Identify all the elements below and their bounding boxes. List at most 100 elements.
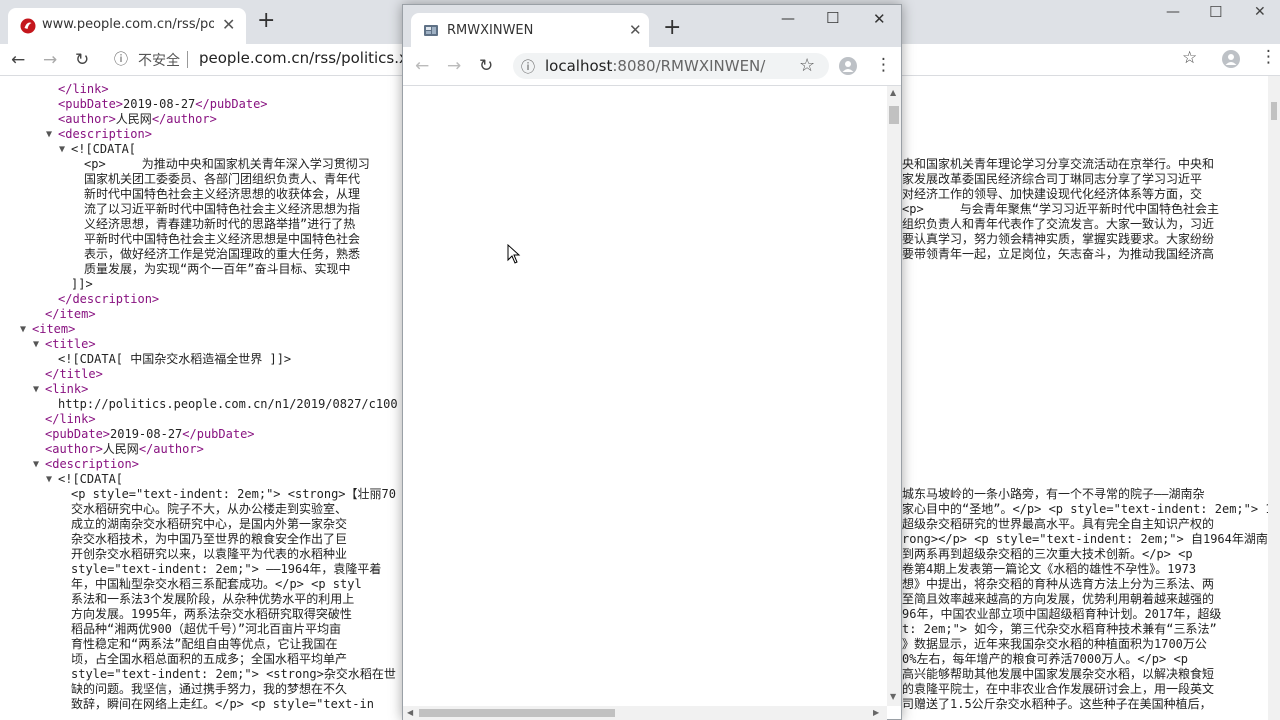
xml-line-text: <author>人民网</author> (58, 112, 217, 126)
xml-line-text: http://politics.people.com.cn/n1/2019/08… (58, 397, 398, 411)
info-icon[interactable]: ⓘ (521, 57, 535, 77)
xml-line: </description> (58, 292, 159, 307)
window-close-icon[interactable]: ✕ (873, 10, 886, 28)
xml-line-right: t: 2em;"> 如今，第三代杂交水稻育种技术兼有“三系法” (902, 622, 1217, 636)
back-scroll-thumb[interactable] (1271, 102, 1277, 120)
scroll-left-arrow-icon[interactable]: ◀ (407, 708, 413, 717)
blank-page-body[interactable]: ▲ ▼ ◀ ▶ (403, 86, 901, 720)
xml-line: 方向发展。1995年，两系法杂交水稻研究取得突破性 (71, 607, 352, 622)
profile-avatar-icon[interactable] (1222, 50, 1240, 68)
reload-icon[interactable]: ↻ (75, 50, 89, 70)
menu-kebab-icon[interactable]: ⋮ (1260, 47, 1277, 67)
xml-line-text: <![CDATA[ (58, 472, 124, 486)
xml-line: 致辞，瞬间在网络上走红。</p> <p style="text-in (71, 697, 374, 712)
scroll-up-arrow-icon[interactable]: ▲ (890, 88, 896, 97)
back-tab-people-rss[interactable]: www.people.com.cn/rss/politic ✕ (8, 8, 246, 44)
xml-line-text: 新时代中国特色社会主义经济思想的收获体会，从理 (84, 187, 361, 201)
front-tab-rmwxinwen[interactable]: RMWXINWEN ✕ (411, 13, 649, 47)
maximize-icon[interactable]: ☐ (826, 9, 839, 27)
xml-line-text: 致辞，瞬间在网络上走红。</p> <p style="text-in (71, 697, 374, 711)
xml-line: 新时代中国特色社会主义经济思想的收获体会，从理 (84, 187, 360, 202)
back-vertical-scrollbar[interactable] (1268, 76, 1280, 720)
xml-line: 稻品种“湘两优900（超优千号）”河北百亩片平均亩 (71, 622, 341, 637)
xml-line-right: 要带领青年一起，立足岗位，矢志奋斗，为推动我国经济高 (902, 247, 1215, 261)
xml-line-text: ]]> (71, 277, 93, 291)
url-host: localhost (545, 57, 613, 75)
xml-line-right: 家心目中的“圣地”。</p> <p style="text-indent: 2e… (902, 502, 1268, 516)
xml-line-text: 平新时代中国特色社会主义经济思想是中国特色社会 (84, 232, 361, 246)
xml-line-text: </description> (58, 292, 160, 306)
collapse-triangle-icon[interactable]: ▼ (33, 337, 39, 352)
xml-line-right: 高兴能够帮助其他发展中国家发展杂交水稻，以解决粮食短 (902, 667, 1215, 681)
xml-line-text: 杂交水稻技术，为中国乃至世界的粮食安全作出了巨 (71, 532, 348, 546)
xml-line-right: 至简且效率越来越高的方向发展，优势利用朝着越来越强的 (902, 592, 1215, 606)
minimize-icon[interactable]: — (1166, 4, 1180, 20)
forward-arrow-icon[interactable]: → (43, 50, 57, 70)
new-tab-plus-icon[interactable]: + (257, 10, 275, 32)
collapse-triangle-icon[interactable]: ▼ (46, 127, 52, 142)
front-tab-strip: RMWXINWEN ✕ + — ☐ ✕ (403, 5, 901, 47)
scroll-right-arrow-icon[interactable]: ▶ (873, 708, 879, 717)
collapse-triangle-icon[interactable]: ▼ (20, 322, 26, 337)
mouse-cursor-icon (507, 244, 521, 264)
back-arrow-icon[interactable]: ← (11, 50, 25, 70)
front-address-bar[interactable]: ⓘ localhost:8080/RMWXINWEN/ ☆ (513, 53, 829, 79)
xml-line: 顷，占全国水稻总面积的五成多；全国水稻平均单产 (71, 652, 347, 667)
xml-line-text: <pubDate>2019-08-27</pubDate> (45, 427, 255, 441)
not-secure-label: 不安全 (138, 53, 180, 69)
xml-line-right: 卷第4期上发表第一篇论文《水稻的雄性不孕性》。1973 (902, 562, 1197, 576)
info-icon[interactable]: ⓘ (114, 49, 128, 69)
rmwxinwen-window: RMWXINWEN ✕ + — ☐ ✕ ← → ↻ ⓘ localhost:80… (402, 4, 902, 720)
scroll-down-arrow-icon[interactable]: ▼ (890, 692, 896, 701)
reload-icon[interactable]: ↻ (479, 56, 493, 76)
front-toolbar: ← → ↻ ⓘ localhost:8080/RMWXINWEN/ ☆ ⋮ (403, 47, 901, 86)
front-vscroll-thumb[interactable] (889, 106, 899, 124)
xml-line-text: <item> (32, 322, 76, 336)
new-tab-plus-icon[interactable]: + (663, 17, 681, 39)
maximize-icon[interactable]: ☐ (1209, 3, 1222, 21)
xml-line-text: <pubDate>2019-08-27</pubDate> (58, 97, 268, 111)
xml-line: </link> (45, 412, 96, 427)
xml-line-right: 的袁隆平院士，在中非农业合作发展研讨会上，用一段英文 (902, 682, 1215, 696)
xml-line-text: 表示，做好经济工作是党治国理政的重大任务，熟悉 (84, 247, 361, 261)
xml-line-text: <description> (58, 127, 152, 141)
xml-line: 交水稻研究中心。院子不大，从办公楼走到实验室、 (71, 502, 347, 517)
xml-line: </title> (45, 367, 103, 382)
xml-line-text: 缺的问题。我坚信，通过携手努力，我的梦想在不久 (71, 682, 348, 696)
minimize-icon[interactable]: — (781, 11, 795, 27)
bookmark-star-icon[interactable]: ☆ (799, 55, 815, 76)
xml-line: ▼ <title> (33, 337, 96, 352)
xml-line: 义经济思想，青春建功新时代的思路举措”进行了热 (84, 217, 355, 232)
xml-line-right: 想》中提出，将杂交稻的育种从选育方法上分为三系法、两 (902, 577, 1215, 591)
collapse-triangle-icon[interactable]: ▼ (59, 142, 65, 157)
front-hscroll-thumb[interactable] (419, 709, 615, 717)
xml-line: 缺的问题。我坚信，通过携手努力，我的梦想在不久 (71, 682, 347, 697)
window-close-icon[interactable]: ✕ (1254, 4, 1266, 20)
people-daily-icon (20, 18, 36, 34)
close-tab-icon[interactable]: ✕ (222, 15, 235, 34)
xml-line: <author>人民网</author> (58, 112, 217, 127)
profile-avatar-icon[interactable] (839, 57, 857, 75)
xml-line-right: 超级杂交稻研究的世界最高水平。具有完全自主知识产权的 (902, 517, 1215, 531)
xml-line: <p> 为推动中央和国家机关青年深入学习贯彻习 (84, 157, 370, 172)
collapse-triangle-icon[interactable]: ▼ (46, 472, 52, 487)
xml-line-text: 交水稻研究中心。院子不大，从办公楼走到实验室、 (71, 502, 348, 516)
xml-line-right: 0%左右，每年增产的粮食可养活7000万人。</p> <p (902, 652, 1188, 666)
back-arrow-icon[interactable]: ← (415, 56, 429, 76)
bookmark-star-icon[interactable]: ☆ (1182, 48, 1197, 68)
menu-kebab-icon[interactable]: ⋮ (875, 55, 892, 75)
xml-line-right: 96年，中国农业部立项中国超级稻育种计划。2017年，超级 (902, 607, 1222, 621)
back-tab-title: www.people.com.cn/rss/politic (42, 17, 214, 32)
xml-line-text: 方向发展。1995年，两系法杂交水稻研究取得突破性 (71, 607, 352, 621)
xml-line-right: 到两系再到超级杂交稻的三次重大技术创新。</p> <p (902, 547, 1193, 561)
front-horizontal-scrollbar[interactable]: ◀ ▶ (403, 706, 887, 720)
collapse-triangle-icon[interactable]: ▼ (33, 382, 39, 397)
close-tab-icon[interactable]: ✕ (629, 21, 642, 39)
xml-line-text: <![CDATA[ (71, 142, 137, 156)
collapse-triangle-icon[interactable]: ▼ (33, 457, 39, 472)
xml-line: 杂交水稻技术，为中国乃至世界的粮食安全作出了巨 (71, 532, 347, 547)
xml-line-right: 组织负责人和青年代表作了交流发言。大家一致认为，习近 (902, 217, 1215, 231)
xml-line: </link> (58, 82, 109, 97)
forward-arrow-icon[interactable]: → (447, 56, 461, 76)
front-vertical-scrollbar[interactable]: ▲ ▼ (887, 86, 901, 706)
